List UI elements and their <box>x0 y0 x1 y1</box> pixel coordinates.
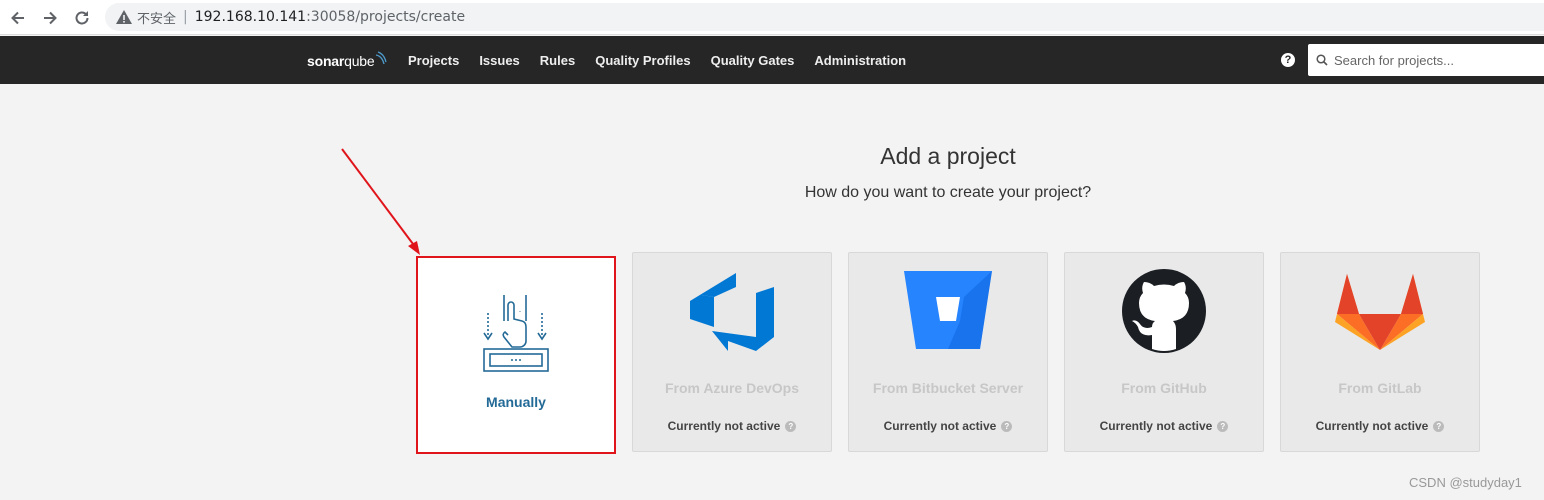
card-bitbucket-server: From Bitbucket Server Currently not acti… <box>848 252 1048 452</box>
search-icon <box>1316 54 1328 66</box>
azure-devops-icon <box>686 269 778 353</box>
menu-quality-gates[interactable]: Quality Gates <box>711 53 795 68</box>
back-button[interactable] <box>6 6 30 30</box>
card-gitlab: From GitLab Currently not active? <box>1280 252 1480 452</box>
arrow-right-icon <box>44 11 57 25</box>
address-bar[interactable]: 不安全 | 192.168.10.141:30058/projects/crea… <box>105 3 1544 31</box>
forward-button[interactable] <box>38 6 62 30</box>
card-label-github: From GitHub <box>1121 380 1207 396</box>
card-label-bitbucket: From Bitbucket Server <box>872 380 1024 396</box>
menu-projects[interactable]: Projects <box>408 53 459 68</box>
gitlab-icon <box>1334 269 1426 353</box>
bitbucket-icon <box>902 269 994 353</box>
insecure-label: 不安全 <box>137 11 177 27</box>
help-circle-icon[interactable]: ? <box>1217 420 1229 432</box>
search-input[interactable] <box>1334 52 1534 68</box>
status-gitlab: Currently not active? <box>1281 419 1479 433</box>
url-path: :30058/projects/create <box>306 9 466 25</box>
annotation-arrow-icon <box>341 148 420 255</box>
reload-button[interactable] <box>70 6 94 30</box>
project-search[interactable] <box>1308 44 1544 76</box>
watermark: CSDN @studyday1 <box>1409 475 1522 490</box>
card-label-azure: From Azure DevOps <box>664 380 800 396</box>
warning-icon[interactable] <box>115 8 133 26</box>
reload-icon <box>75 11 89 25</box>
card-label-manually: Manually <box>486 394 546 410</box>
card-azure-devops: From Azure DevOps Currently not active? <box>632 252 832 452</box>
github-icon <box>1118 269 1210 353</box>
status-text: Currently not active <box>667 419 781 433</box>
sonar-waves-icon <box>376 51 388 65</box>
menu-rules[interactable]: Rules <box>540 53 575 68</box>
logo-text-bold: sonar <box>307 53 345 69</box>
manual-hand-icon <box>483 295 549 372</box>
logo-text-light: qube <box>344 53 375 69</box>
help-circle-icon[interactable]: ? <box>1001 420 1013 432</box>
menu-issues[interactable]: Issues <box>479 53 519 68</box>
status-text: Currently not active <box>883 419 997 433</box>
menu-quality-profiles[interactable]: Quality Profiles <box>595 53 690 68</box>
help-circle-icon[interactable]: ? <box>785 420 797 432</box>
main-menu: Projects Issues Rules Quality Profiles Q… <box>408 36 926 84</box>
arrow-left-icon <box>11 11 24 25</box>
help-icon[interactable]: ? <box>1281 53 1295 67</box>
browser-toolbar: 不安全 | 192.168.10.141:30058/projects/crea… <box>0 0 1544 35</box>
status-azure: Currently not active? <box>633 419 831 433</box>
sonarqube-logo[interactable]: sonar qube <box>307 50 388 72</box>
menu-administration[interactable]: Administration <box>814 53 906 68</box>
address-separator: | <box>183 9 188 25</box>
status-text: Currently not active <box>1315 419 1429 433</box>
status-bitbucket: Currently not active? <box>849 419 1047 433</box>
card-label-gitlab: From GitLab <box>1338 380 1422 396</box>
page-subtitle: How do you want to create your project? <box>804 184 1092 201</box>
status-text: Currently not active <box>1099 419 1213 433</box>
card-manually[interactable]: Manually <box>416 256 616 454</box>
url-host: 192.168.10.141 <box>194 9 307 25</box>
page-title: Add a project <box>880 143 1016 169</box>
status-github: Currently not active? <box>1065 419 1263 433</box>
top-navigation: sonar qube Projects Issues Rules Quality … <box>0 36 1544 84</box>
help-circle-icon[interactable]: ? <box>1433 420 1445 432</box>
card-github: From GitHub Currently not active? <box>1064 252 1264 452</box>
